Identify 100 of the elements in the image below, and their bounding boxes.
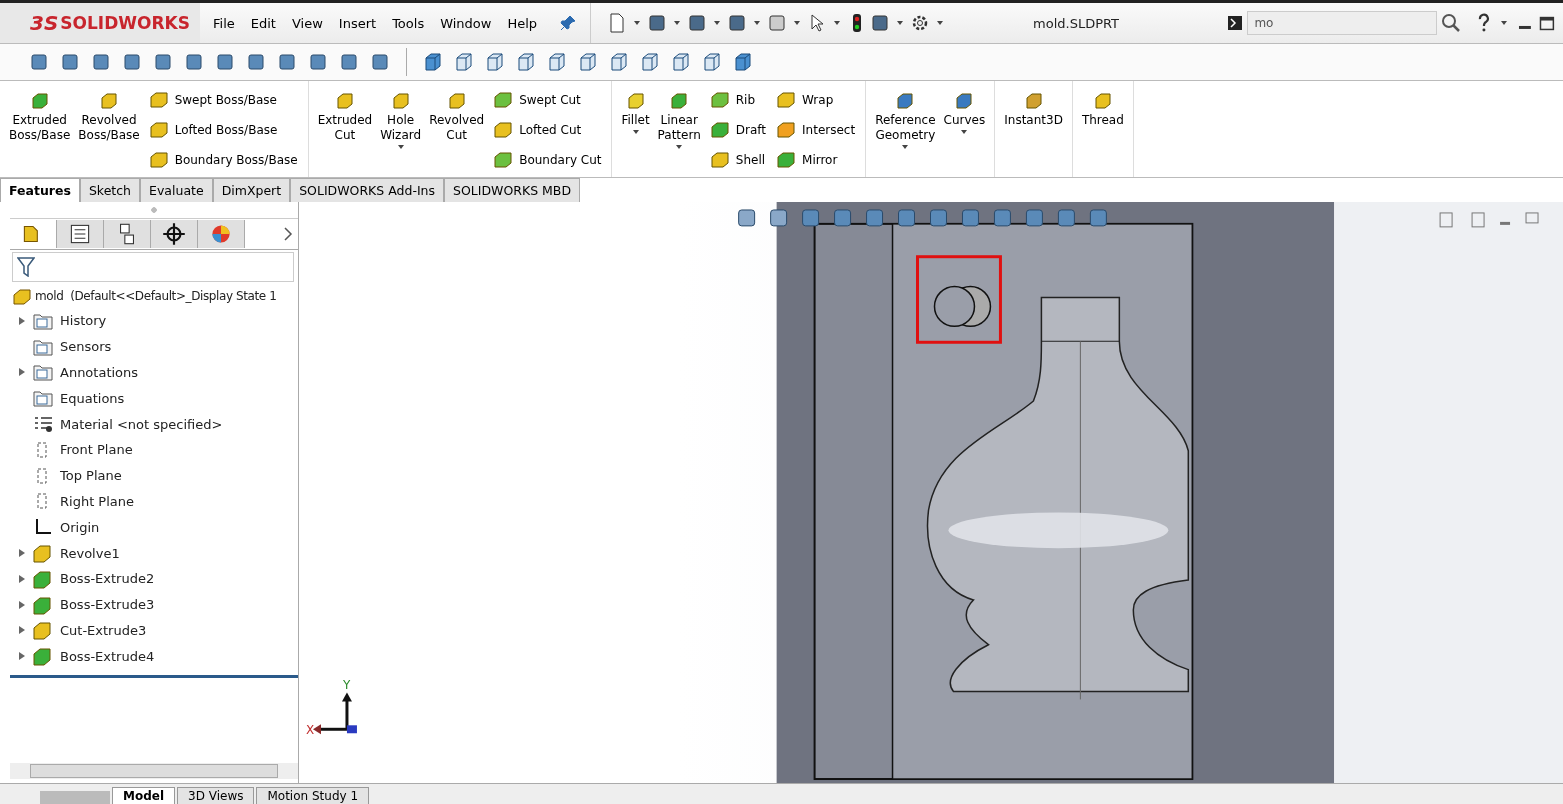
tree-item[interactable]: Origin <box>60 519 100 535</box>
filter-field[interactable] <box>12 252 294 282</box>
search-icon[interactable] <box>1441 13 1462 33</box>
tree-item[interactable]: Boss-Extrude2 <box>60 571 155 587</box>
tree-item[interactable]: Revolve1 <box>60 545 120 561</box>
help-icon[interactable] <box>1477 13 1492 33</box>
command-button[interactable]: Wrap <box>772 87 860 113</box>
cube-icon[interactable] <box>546 51 568 73</box>
tree-item[interactable]: Equations <box>60 390 125 406</box>
command-button[interactable]: Lofted Boss/Base <box>144 117 302 143</box>
cube-icon[interactable] <box>670 51 692 73</box>
crosshair-icon[interactable] <box>151 220 198 248</box>
tab[interactable]: SOLIDWORKS Add-Ins <box>290 178 445 202</box>
expand-arrow-icon[interactable] <box>18 548 26 559</box>
tab[interactable]: DimXpert <box>212 178 291 202</box>
command-button[interactable]: Hole Wizard <box>377 85 425 173</box>
command-button[interactable]: Shell <box>705 147 771 173</box>
command-button[interactable]: Swept Cut <box>489 87 606 113</box>
tree-item[interactable]: Boss-Extrude4 <box>60 648 155 664</box>
pin-icon[interactable] <box>560 15 577 31</box>
expand-arrow-icon[interactable] <box>18 599 26 610</box>
bottom-tab[interactable]: Motion Study 1 <box>256 787 370 804</box>
tree-item[interactable]: Front Plane <box>60 442 133 458</box>
command-button[interactable]: Curves <box>940 85 989 173</box>
tree-item[interactable]: Right Plane <box>60 493 135 509</box>
command-button[interactable]: Boundary Cut <box>489 147 606 173</box>
expand-arrow-icon[interactable] <box>18 367 26 378</box>
property-manager-icon[interactable] <box>57 220 104 248</box>
command-button[interactable]: Swept Boss/Base <box>144 87 302 113</box>
tree-item[interactable]: Sensors <box>60 339 112 355</box>
command-button[interactable]: Revolved Cut <box>426 85 488 173</box>
menu-item[interactable]: Help <box>500 11 545 35</box>
command-button[interactable]: Lofted Cut <box>489 117 606 143</box>
tab[interactable]: Evaluate <box>140 178 213 202</box>
command-button[interactable]: Reference Geometry <box>872 85 939 173</box>
dropdown-caret-icon[interactable] <box>794 21 801 25</box>
command-button[interactable]: Intersect <box>772 117 860 143</box>
rollback-bar[interactable] <box>10 675 298 679</box>
dropdown-caret-icon[interactable] <box>834 21 841 25</box>
cube-icon[interactable] <box>515 51 537 73</box>
window-controls-drawing[interactable] <box>1439 212 1539 228</box>
menu-item[interactable]: Insert <box>331 11 384 35</box>
dropdown-caret-icon[interactable] <box>674 21 681 25</box>
command-button[interactable]: Extruded Cut <box>314 85 376 173</box>
menu-item[interactable]: View <box>284 11 330 35</box>
bottom-tab[interactable]: 3D Views <box>177 787 255 804</box>
command-button[interactable]: Fillet <box>618 85 653 173</box>
dropdown-caret-icon[interactable] <box>961 130 968 134</box>
tree-item[interactable]: Annotations <box>60 365 139 380</box>
command-button[interactable]: Thread <box>1078 85 1127 173</box>
dropdown-caret-icon[interactable] <box>937 21 944 25</box>
bottom-tab[interactable]: Model <box>112 787 176 804</box>
maximize-icon[interactable] <box>1539 15 1555 31</box>
tree-item[interactable]: History <box>60 313 107 329</box>
axis-triad-drawing <box>313 692 357 735</box>
cube-icon[interactable] <box>484 51 506 73</box>
menu-item[interactable]: Edit <box>243 11 283 35</box>
tree-root-label[interactable]: mold (Default<<Default>_Display State 1 <box>35 289 277 303</box>
menu-item[interactable]: Tools <box>385 11 432 35</box>
dropdown-caret-icon[interactable] <box>902 145 909 149</box>
cube-icon[interactable] <box>608 51 630 73</box>
dropdown-caret-icon[interactable] <box>1501 21 1508 25</box>
expand-arrow-icon[interactable] <box>18 573 26 584</box>
dropdown-caret-icon[interactable] <box>897 21 904 25</box>
command-prompt-icon[interactable] <box>1227 15 1244 31</box>
tree-item[interactable]: Top Plane <box>60 468 122 484</box>
command-button[interactable]: Boundary Boss/Base <box>144 147 302 173</box>
expand-arrow-icon[interactable] <box>18 625 26 636</box>
dropdown-caret-icon[interactable] <box>632 130 639 134</box>
dropdown-caret-icon[interactable] <box>397 145 404 149</box>
tree-item[interactable]: Material <not specified> <box>60 416 223 432</box>
command-button[interactable]: Linear Pattern <box>654 85 704 173</box>
cube-icon[interactable] <box>577 51 599 73</box>
command-button[interactable]: Extruded Boss/Base <box>6 85 74 173</box>
menu-item[interactable]: File <box>206 11 242 35</box>
tree-item[interactable]: Cut-Extrude3 <box>60 622 147 638</box>
configuration-icon[interactable] <box>104 220 151 248</box>
dropdown-caret-icon[interactable] <box>676 145 683 149</box>
command-button[interactable]: Rib <box>705 87 771 113</box>
cube-icon[interactable] <box>701 51 723 73</box>
normal-to-icon[interactable] <box>422 51 444 73</box>
tab[interactable]: SOLIDWORKS MBD <box>444 178 581 202</box>
command-button[interactable]: Mirror <box>772 147 860 173</box>
expand-arrow-icon[interactable] <box>18 315 26 326</box>
cube-icon[interactable] <box>639 51 661 73</box>
heads-up-toolbar-drawing[interactable] <box>738 209 1107 227</box>
dropdown-caret-icon[interactable] <box>634 21 641 25</box>
command-button[interactable]: Draft <box>705 117 771 143</box>
tab[interactable]: Sketch <box>79 178 141 202</box>
search-field[interactable]: mo <box>1247 11 1438 35</box>
command-button[interactable]: Instant3D <box>1001 85 1066 173</box>
command-button[interactable]: Revolved Boss/Base <box>75 85 143 173</box>
dropdown-caret-icon[interactable] <box>714 21 721 25</box>
tab[interactable]: Features <box>0 178 80 202</box>
tree-item[interactable]: Boss-Extrude3 <box>60 597 155 613</box>
dropdown-caret-icon[interactable] <box>754 21 761 25</box>
horizontal-scrollbar[interactable] <box>10 763 298 779</box>
cube-icon[interactable] <box>453 51 475 73</box>
menu-item[interactable]: Window <box>433 11 499 35</box>
expand-arrow-icon[interactable] <box>18 651 26 662</box>
